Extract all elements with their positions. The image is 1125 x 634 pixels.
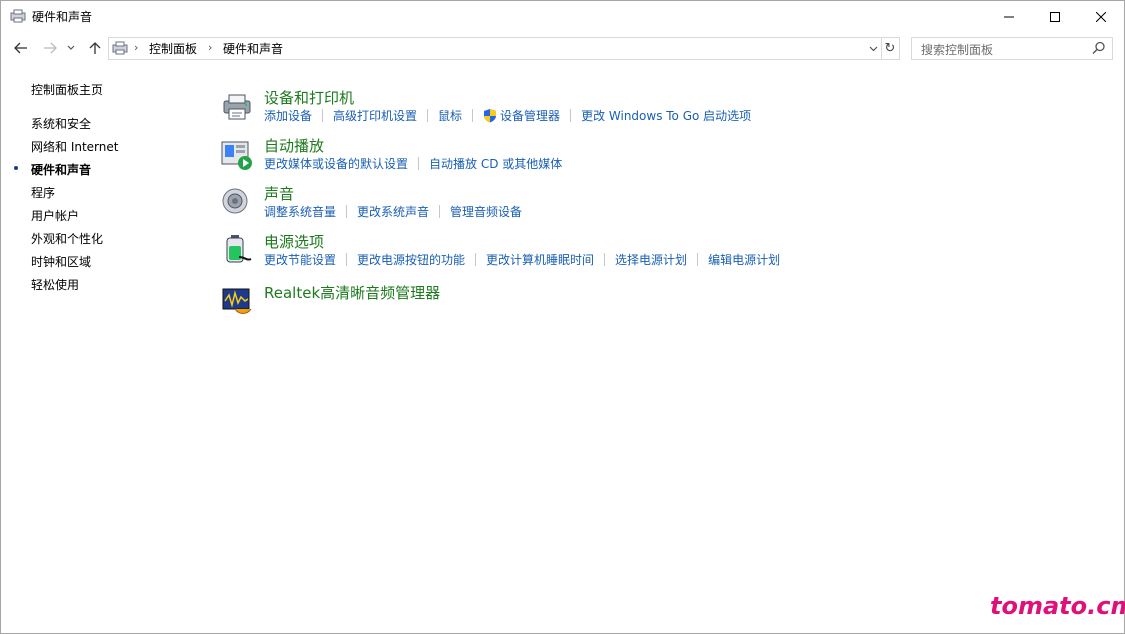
breadcrumb-control-panel[interactable]: 控制面板	[149, 40, 197, 57]
current-item-bullet	[14, 166, 18, 170]
uac-shield-icon	[484, 108, 497, 122]
speaker-icon[interactable]	[221, 185, 253, 217]
link-separator	[322, 108, 324, 122]
hardware-sound-icon	[10, 8, 26, 24]
sidebar-item-appearance[interactable]: 外观和个性化	[31, 230, 103, 247]
link-separator	[604, 252, 606, 266]
arrow-up-icon	[89, 42, 101, 54]
refresh-icon: ↻	[884, 41, 896, 56]
search-box[interactable]: 搜索控制面板	[911, 37, 1113, 60]
link-manage-audio-devices[interactable]: 管理音频设备	[450, 203, 522, 220]
link-separator	[475, 252, 477, 266]
category-title-sound[interactable]: 声音	[264, 183, 294, 204]
sidebar-item-user-accounts[interactable]: 用户帐户	[31, 207, 79, 224]
address-dropdown-button[interactable]	[866, 38, 880, 59]
link-change-system-sounds[interactable]: 更改系统声音	[357, 203, 429, 220]
link-change-power-saving[interactable]: 更改节能设置	[264, 251, 336, 268]
chevron-right-icon[interactable]: ›	[208, 41, 212, 54]
maximize-button[interactable]	[1032, 1, 1078, 32]
chevron-down-icon	[67, 45, 75, 50]
back-button[interactable]	[11, 38, 31, 58]
sidebar-item-ease-of-access[interactable]: 轻松使用	[31, 276, 79, 293]
minimize-icon	[1004, 16, 1014, 17]
control-panel-icon	[112, 40, 128, 56]
category-title-autoplay[interactable]: 自动播放	[264, 135, 324, 156]
link-add-device[interactable]: 添加设备	[264, 107, 312, 124]
power-options-links: 更改节能设置 更改电源按钮的功能 更改计算机睡眠时间 选择电源计划 编辑电源计划	[264, 251, 780, 267]
realtek-audio-icon[interactable]	[221, 285, 253, 317]
arrow-right-icon	[44, 42, 57, 54]
breadcrumb-hardware-sound[interactable]: 硬件和声音	[223, 40, 283, 57]
sidebar-item-clock-region[interactable]: 时钟和区域	[31, 253, 91, 270]
watermark: tomato.cm	[990, 592, 1125, 620]
category-title-realtek[interactable]: Realtek高清晰音频管理器	[264, 282, 440, 303]
sidebar-item-home[interactable]: 控制面板主页	[31, 81, 103, 98]
link-advanced-printer-setup[interactable]: 高级打印机设置	[333, 107, 417, 124]
window-title: 硬件和声音	[32, 10, 93, 24]
refresh-button[interactable]: ↻	[881, 37, 900, 60]
link-device-manager-wrap[interactable]: 设备管理器	[483, 107, 560, 124]
link-separator	[418, 156, 420, 170]
link-adjust-volume[interactable]: 调整系统音量	[264, 203, 336, 220]
link-autoplay-cd[interactable]: 自动播放 CD 或其他媒体	[429, 155, 562, 172]
sidebar-item-network[interactable]: 网络和 Internet	[31, 138, 118, 155]
link-sleep-time[interactable]: 更改计算机睡眠时间	[486, 251, 594, 268]
link-separator	[697, 252, 699, 266]
search-input[interactable]: 搜索控制面板	[921, 41, 993, 58]
sidebar-item-hardware-sound[interactable]: 硬件和声音	[31, 161, 91, 178]
link-separator	[427, 108, 429, 122]
close-button[interactable]	[1078, 1, 1124, 32]
autoplay-links: 更改媒体或设备的默认设置 自动播放 CD 或其他媒体	[264, 155, 562, 171]
search-icon[interactable]	[1092, 41, 1106, 55]
link-device-manager[interactable]: 设备管理器	[500, 107, 560, 124]
close-icon	[1096, 11, 1106, 22]
battery-icon[interactable]	[221, 233, 253, 265]
link-separator	[346, 204, 348, 218]
sound-links: 调整系统音量 更改系统声音 管理音频设备	[264, 203, 522, 219]
maximize-icon	[1050, 11, 1060, 22]
link-windows-to-go[interactable]: 更改 Windows To Go 启动选项	[581, 107, 751, 124]
forward-button[interactable]	[40, 38, 60, 58]
printer-icon[interactable]	[221, 91, 253, 123]
link-separator	[570, 108, 572, 122]
category-title-power-options[interactable]: 电源选项	[264, 231, 324, 252]
navigation-bar: › 控制面板 › 硬件和声音 ↻ 搜索控制面板	[1, 33, 1124, 63]
link-change-default-settings[interactable]: 更改媒体或设备的默认设置	[264, 155, 408, 172]
minimize-button[interactable]	[986, 1, 1032, 32]
title-bar: 硬件和声音	[1, 1, 1124, 32]
recent-locations-button[interactable]	[64, 38, 78, 58]
sidebar-item-system-security[interactable]: 系统和安全	[31, 115, 91, 132]
chevron-right-icon[interactable]: ›	[134, 41, 138, 54]
address-bar[interactable]: › 控制面板 › 硬件和声音	[108, 37, 882, 60]
link-mouse[interactable]: 鼠标	[438, 107, 462, 124]
link-edit-power-plan[interactable]: 编辑电源计划	[708, 251, 780, 268]
devices-printers-links: 添加设备 高级打印机设置 鼠标 设备管理器 更改 Windows To Go 启…	[264, 107, 751, 123]
link-choose-power-plan[interactable]: 选择电源计划	[615, 251, 687, 268]
arrow-left-icon	[14, 42, 27, 54]
up-button[interactable]	[85, 38, 105, 58]
chevron-down-icon	[869, 46, 877, 51]
link-separator	[439, 204, 441, 218]
link-separator	[346, 252, 348, 266]
link-power-button-function[interactable]: 更改电源按钮的功能	[357, 251, 465, 268]
control-panel-window: 硬件和声音 › 控制面板 › 硬件和声音 ↻ 搜索控制面板 控制面板主页 系统和…	[0, 0, 1125, 634]
sidebar-item-programs[interactable]: 程序	[31, 184, 55, 201]
category-title-devices-printers[interactable]: 设备和打印机	[264, 87, 354, 108]
link-separator	[472, 108, 474, 122]
autoplay-icon[interactable]	[221, 139, 253, 171]
